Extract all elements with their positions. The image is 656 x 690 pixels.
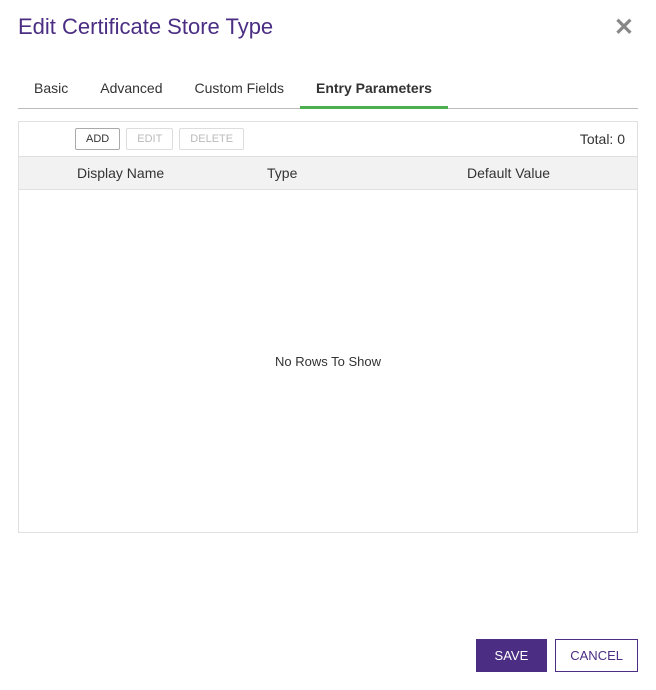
column-header-display-name[interactable]: Display Name [67, 157, 257, 189]
dialog-footer: SAVE CANCEL [476, 639, 638, 672]
tab-advanced[interactable]: Advanced [84, 70, 178, 109]
save-button[interactable]: SAVE [476, 639, 548, 672]
tab-entry-parameters[interactable]: Entry Parameters [300, 70, 448, 109]
tab-custom-fields[interactable]: Custom Fields [179, 70, 300, 109]
close-icon[interactable]: ✕ [610, 14, 638, 42]
cancel-button[interactable]: CANCEL [555, 639, 638, 672]
entry-parameters-panel: ADD EDIT DELETE Total: 0 Display Name Ty… [18, 121, 638, 533]
dialog-title: Edit Certificate Store Type [18, 14, 273, 40]
tab-basic[interactable]: Basic [18, 70, 84, 109]
dialog-header: Edit Certificate Store Type ✕ [0, 0, 656, 50]
table-header-row: Display Name Type Default Value [19, 157, 637, 190]
edit-certificate-store-type-dialog: Edit Certificate Store Type ✕ Basic Adva… [0, 0, 656, 690]
add-button[interactable]: ADD [75, 128, 120, 150]
table-toolbar: ADD EDIT DELETE Total: 0 [19, 122, 637, 157]
total-count-label: Total: 0 [580, 131, 629, 147]
empty-table-message: No Rows To Show [275, 354, 381, 369]
delete-button[interactable]: DELETE [179, 128, 244, 150]
column-header-checkbox [19, 157, 67, 189]
table-body: No Rows To Show [19, 190, 637, 532]
tab-bar: Basic Advanced Custom Fields Entry Param… [18, 70, 638, 109]
edit-button[interactable]: EDIT [126, 128, 173, 150]
column-header-type[interactable]: Type [257, 157, 457, 189]
column-header-default-value[interactable]: Default Value [457, 157, 637, 189]
